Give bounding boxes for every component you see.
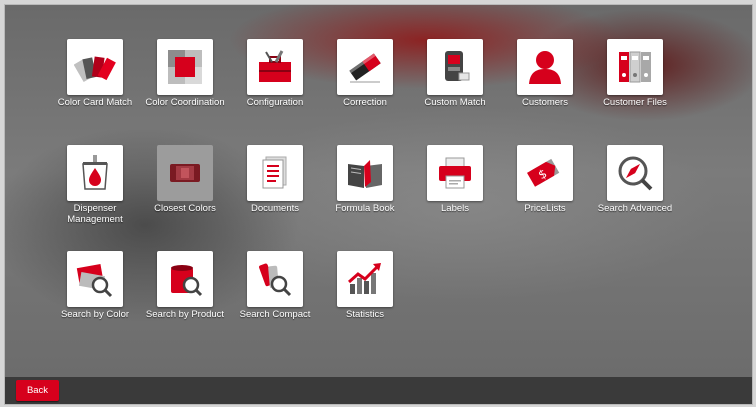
tile-label: Search Advanced xyxy=(597,203,673,214)
tile-label: Documents xyxy=(250,203,300,214)
back-button[interactable]: Back xyxy=(16,380,59,401)
person-icon xyxy=(517,39,573,95)
tile-color-card-match[interactable]: Color Card Match xyxy=(55,39,135,108)
app-window: Color Card Match Color Coordination Conf… xyxy=(4,4,753,405)
color-fan-icon xyxy=(67,39,123,95)
tile-search-by-product[interactable]: Search by Product xyxy=(145,251,225,320)
dispenser-can-icon xyxy=(67,145,123,201)
tile-search-by-color[interactable]: Search by Color xyxy=(55,251,135,320)
tile-label: Custom Match xyxy=(424,97,486,108)
tile-label: Closest Colors xyxy=(154,203,216,214)
toolbox-icon xyxy=(247,39,303,95)
spectrophotometer-icon xyxy=(427,39,483,95)
tile-label: Search by Product xyxy=(145,309,225,320)
color-swatch-icon xyxy=(157,39,213,95)
card-search-icon xyxy=(67,251,123,307)
compact-search-icon xyxy=(247,251,303,307)
price-tag-icon: $ xyxy=(517,145,573,201)
tile-formula-book[interactable]: Formula Book xyxy=(325,145,405,214)
tile-label: Color Coordination xyxy=(145,97,225,108)
tile-search-compact[interactable]: Search Compact xyxy=(235,251,315,320)
tile-label: Labels xyxy=(441,203,469,214)
tile-label: Statistics xyxy=(345,309,384,320)
tile-color-coordination[interactable]: Color Coordination xyxy=(145,39,225,108)
binders-icon xyxy=(607,39,663,95)
tile-label: Color Card Match xyxy=(57,97,133,108)
eraser-icon xyxy=(337,39,393,95)
tile-label: PriceLists xyxy=(524,203,566,214)
tile-customers[interactable]: Customers xyxy=(505,39,585,108)
tile-closest-colors[interactable]: Closest Colors xyxy=(145,145,225,214)
bar-chart-icon xyxy=(337,251,393,307)
tile-correction[interactable]: Correction xyxy=(325,39,405,108)
document-icon xyxy=(247,145,303,201)
tile-dispenser-management[interactable]: Dispenser Management xyxy=(55,145,135,225)
tile-documents[interactable]: Documents xyxy=(235,145,315,214)
tile-label: Customer Files xyxy=(603,97,667,108)
footer-bar: Back xyxy=(5,377,752,404)
tile-pricelists[interactable]: $ PriceLists xyxy=(505,145,585,214)
tile-search-advanced[interactable]: Search Advanced xyxy=(595,145,675,214)
tile-label: Customers xyxy=(522,97,568,108)
tile-custom-match[interactable]: Custom Match xyxy=(415,39,495,108)
compass-search-icon xyxy=(607,145,663,201)
tile-statistics[interactable]: Statistics xyxy=(325,251,405,320)
tile-label: Search Compact xyxy=(239,309,311,320)
tile-configuration[interactable]: Configuration xyxy=(235,39,315,108)
open-book-icon xyxy=(337,145,393,201)
tile-labels[interactable]: Labels xyxy=(415,145,495,214)
tile-label: Search by Color xyxy=(60,309,130,320)
tile-label: Formula Book xyxy=(335,203,395,214)
tile-customer-files[interactable]: Customer Files xyxy=(595,39,675,108)
tile-label: Configuration xyxy=(246,97,304,108)
paint-can-search-icon xyxy=(157,251,213,307)
tile-label: Correction xyxy=(343,97,387,108)
closest-colors-icon xyxy=(157,145,213,201)
tile-label: Dispenser Management xyxy=(67,203,123,225)
printer-icon xyxy=(427,145,483,201)
